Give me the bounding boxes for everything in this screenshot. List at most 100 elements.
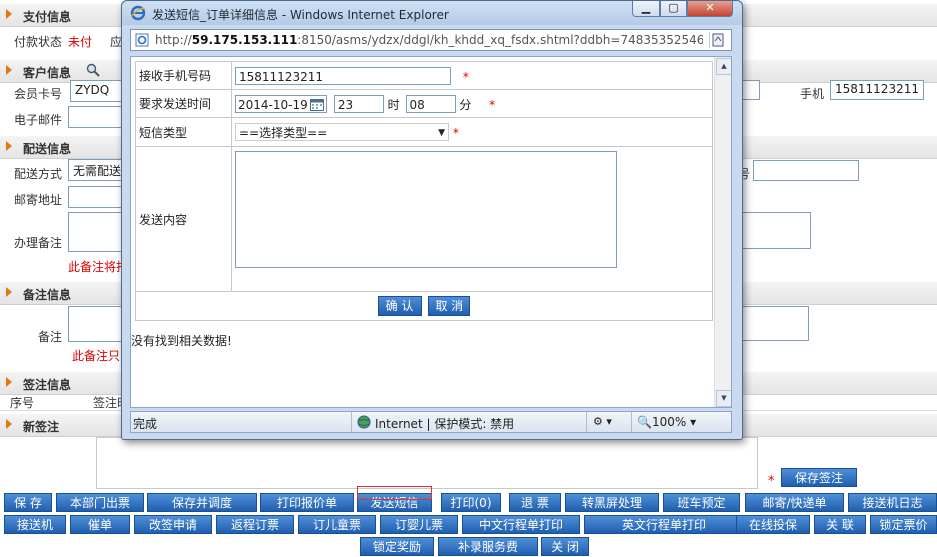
action-button[interactable]: 在线投保 [736,515,810,534]
handle-note-textarea[interactable] [68,212,124,252]
zoom-control[interactable]: 🔍100% ▾ [637,415,696,429]
security-icon[interactable]: ⚙ ▾ [593,415,612,428]
status-bar: 完成 Internet | 保护模式: 禁用 ⚙ ▾ 🔍100% ▾ [130,411,732,433]
close-icon: ✕ [705,1,715,14]
maximize-button[interactable]: ▢ [660,1,687,17]
confirm-button[interactable]: 确 认 [377,296,422,316]
action-button[interactable]: 补录服务费 [438,537,538,556]
calendar-icon[interactable] [310,98,324,116]
action-button[interactable]: 英文行程单打印 [584,515,744,534]
action-button[interactable]: 退 票 [509,493,561,512]
action-button[interactable]: 转黑屏处理 [565,493,659,512]
action-button[interactable]: 订儿童票 [298,515,376,534]
action-button[interactable]: 接送机 [4,515,66,534]
close-button[interactable]: ✕ [687,1,733,17]
card-label: 会员卡号 [14,87,63,101]
handle-note-warning: 此备注将打 [68,260,129,274]
action-button[interactable]: 保 存 [4,493,52,512]
address-bar[interactable]: http://59.175.153.111:8150/asms/ydzx/ddg… [130,29,732,51]
zoom-icon: 🔍 [637,415,652,429]
type-label: 短信类型 [139,125,188,140]
minimize-button[interactable]: ▁ [632,1,660,17]
action-button[interactable]: 班车预定 [663,493,740,512]
action-button[interactable]: 中文行程单打印 [462,515,580,534]
highlight-box [357,486,432,500]
section-arrow-icon [6,65,12,75]
address-field[interactable] [68,186,124,208]
title-bar[interactable]: 发送短信_订单详细信息 - Windows Internet Explorer … [122,1,742,25]
required-mark: * [768,474,775,489]
action-button[interactable]: 锁定奖励 [360,537,434,556]
status-text: 完成 [133,417,158,431]
scroll-down-icon[interactable]: ▼ [716,390,731,407]
action-button[interactable]: 邮寄/快递单 [745,493,844,512]
action-button[interactable]: 本部门出票 [56,493,144,512]
section-arrow-icon [6,9,12,19]
required-star: * [452,126,459,140]
action-button[interactable]: 关 联 [814,515,866,534]
date-input[interactable]: 2014-10-19 [235,94,327,116]
compat-view-icon[interactable] [709,32,728,48]
remark-textarea[interactable] [68,306,124,342]
type-select[interactable]: ==选择类型== ▼ [235,123,449,141]
phone-field[interactable]: 15811123211 [830,80,924,100]
section-title: 客户信息 [23,66,72,80]
action-button[interactable]: 关 闭 [541,537,589,556]
page-icon [135,33,149,50]
minute-input[interactable]: 08 [405,94,456,113]
action-button[interactable]: 返程订票 [216,515,294,534]
field-right-edge[interactable] [740,80,760,100]
handle-note-label: 办理备注 [14,236,63,250]
action-button[interactable]: 保存并调度 [147,493,257,512]
hour-input[interactable]: 23 [333,94,384,113]
section-arrow-icon [6,287,12,297]
action-button[interactable]: 订婴儿票 [380,515,458,534]
zoom-value: 100% [651,415,687,429]
type-label-cell: 短信类型 [135,117,232,147]
cancel-button[interactable]: 取 消 [428,296,471,316]
action-button[interactable]: 打印报价单 [260,493,354,512]
url-rest: :8150/asms/ydzx/ddgl/kh_khdd_xq_fsdx.sht… [297,33,703,47]
url-text[interactable]: http://59.175.153.111:8150/asms/ydzx/ddg… [155,33,703,47]
section-arrow-icon [6,141,12,151]
vertical-scrollbar[interactable]: ▲ ▼ [714,57,731,407]
hour-unit: 时 [387,97,400,112]
col-seq: 序号 [10,396,35,410]
remark-textarea-right[interactable] [740,306,809,341]
card-field[interactable]: ZYDQ [70,80,124,102]
action-button[interactable]: 打印(0) [441,493,501,512]
maximize-icon: ▢ [668,1,679,14]
action-button[interactable]: 接送机日志 [848,493,937,512]
action-button[interactable]: 改签申请 [134,515,212,534]
payment-status-label: 付款状态 [14,35,63,49]
delivery-method-select[interactable]: 无需配送 [68,159,124,181]
content-textarea[interactable] [235,151,617,268]
phone-input[interactable]: 15811123211 [235,66,451,85]
url-host: 59.175.153.111 [191,33,298,47]
window-title: 发送短信_订单详细信息 - Windows Internet Explorer [152,8,449,22]
search-icon[interactable] [86,63,100,80]
save-endorse-button[interactable]: 保存签注 [781,468,857,487]
section-title: 支付信息 [23,10,72,24]
minimize-icon: ▁ [641,1,651,14]
delivery-right-field[interactable] [753,160,859,181]
content-label: 发送内容 [139,212,188,227]
required-star: * [462,69,469,84]
section-arrow-icon [6,377,12,387]
handle-note-textarea-right[interactable] [740,212,811,249]
phone-label: 手机 [800,87,825,101]
remark-warning: 此备注只 [72,349,121,363]
section-arrow-icon [6,419,12,429]
action-button[interactable]: 催单 [70,515,130,534]
section-title: 配送信息 [23,142,72,156]
status-divider [631,412,632,432]
action-button[interactable]: 锁定票价 [870,515,937,534]
chevron-down-icon: ▾ [690,415,697,429]
ie-logo-icon [130,5,146,24]
chevron-down-icon: ▼ [438,128,445,138]
delivery-method-label: 配送方式 [14,167,63,181]
scroll-up-icon[interactable]: ▲ [716,58,731,75]
email-field[interactable] [68,106,124,128]
phone-label: 接收手机号码 [139,69,212,83]
new-endorse-textarea[interactable] [96,437,758,489]
